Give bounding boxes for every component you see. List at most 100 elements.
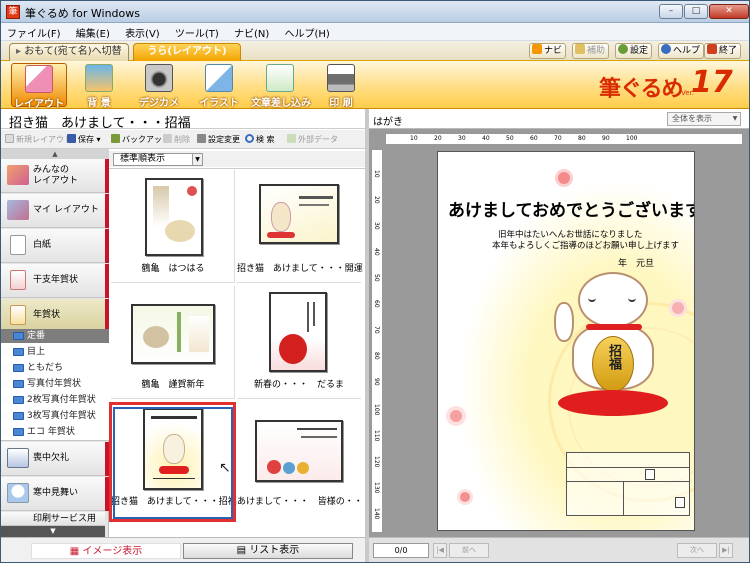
sidebar-scroll-up[interactable]: ▲ xyxy=(1,149,109,159)
ruler-tick-label: 30 xyxy=(458,135,466,142)
first-page-button[interactable]: |◀ xyxy=(433,543,447,558)
toolbar-layout-label: レイアウト xyxy=(14,99,64,110)
subfolder-label: 定番 xyxy=(27,331,46,341)
subfolder-eco[interactable]: エコ 年賀状 xyxy=(1,425,109,439)
folder-icon xyxy=(13,348,24,356)
delete-button[interactable]: 削除 xyxy=(163,134,190,145)
assist-button[interactable]: 補助 xyxy=(572,43,610,59)
nenga-card-icon xyxy=(10,305,26,325)
subfolder-label: 写真付年賀状 xyxy=(27,379,82,389)
category-print-service[interactable]: 印刷サービス用 xyxy=(1,512,105,526)
subfolder-list: 定番 目上 ともだち 写真付年賀状 2枚写真付年賀状 3枚写真付年賀状 エコ 年… xyxy=(1,329,109,441)
swap-icon: ▸ xyxy=(16,46,25,57)
new-doc-icon xyxy=(5,134,14,143)
ruler-tick-label: 40 xyxy=(373,248,380,256)
printer-icon xyxy=(327,64,355,92)
navi-icon xyxy=(532,44,542,54)
toolbar-camera-button[interactable]: デジカメ xyxy=(131,63,187,109)
date-line: 年 元旦 xyxy=(618,259,655,269)
exit-label: 終了 xyxy=(719,46,738,56)
maximize-button[interactable]: □ xyxy=(684,4,708,19)
image-view-button[interactable]: ▦ イメージ表示 xyxy=(31,543,181,559)
category-label: 印刷サービス用 xyxy=(33,514,97,524)
lucky-cat-illustration: 招福 xyxy=(554,272,668,422)
toolbar-illustration-button[interactable]: イラスト xyxy=(191,63,247,109)
layout-action-bar: 新規レイアウト 保存 ▾ バックアップ 削除 設定変更 検 索 外部データ xyxy=(1,130,365,149)
menu-edit[interactable]: 編集(E) xyxy=(70,23,116,40)
backup-button[interactable]: バックアップ xyxy=(111,134,170,145)
category-eto-nenga[interactable]: 干支年賀状 xyxy=(1,264,105,298)
subfolder-three-photos[interactable]: 3枚写真付年賀状 xyxy=(1,409,109,423)
menu-bar: ファイル(F) 編集(E) 表示(V) ツール(T) ナビ(N) ヘルプ(H) xyxy=(1,23,749,41)
flower-decoration xyxy=(460,492,470,502)
ruler-tick-label: 20 xyxy=(373,196,380,204)
menu-navi[interactable]: ナビ(N) xyxy=(228,23,275,40)
subfolder-photo[interactable]: 写真付年賀状 xyxy=(1,377,109,391)
list-view-button[interactable]: ▤ リスト表示 xyxy=(183,543,353,559)
toolbar-print-label: 印 刷 xyxy=(329,98,353,109)
text-frame-icon xyxy=(645,469,655,480)
menu-file[interactable]: ファイル(F) xyxy=(1,23,67,40)
save-button[interactable]: 保存 ▾ xyxy=(67,134,101,145)
category-winter-greeting[interactable]: 寒中見舞い xyxy=(1,477,105,511)
sidebar-scroll-down[interactable]: ▼ xyxy=(1,526,105,537)
sort-order-select[interactable]: 標準順表示 ▼ xyxy=(113,153,203,166)
subfolder-standard[interactable]: 定番 xyxy=(1,329,109,343)
next-page-button[interactable]: 次へ xyxy=(677,543,717,558)
close-button[interactable]: ✕ xyxy=(709,4,749,19)
subfolder-two-photos[interactable]: 2枚写真付年賀状 xyxy=(1,393,109,407)
external-data-icon xyxy=(287,134,296,143)
category-blank[interactable]: 白紙 xyxy=(1,229,105,263)
category-my-layout[interactable]: マイ レイアウト xyxy=(1,194,105,228)
category-nenga[interactable]: 年賀状 xyxy=(1,299,105,333)
thumbnail-caption: あけまして・・・ 皆様の・・・ xyxy=(237,497,372,507)
ruler-tick-label: 40 xyxy=(482,135,490,142)
snowman-icon xyxy=(7,483,29,503)
help-icon xyxy=(661,44,671,54)
settings-change-button[interactable]: 設定変更 xyxy=(197,134,240,145)
prev-page-button[interactable]: 前へ xyxy=(449,543,489,558)
last-page-button[interactable]: ▶| xyxy=(719,543,733,558)
navi-button[interactable]: ナビ xyxy=(529,43,567,59)
toolbar-print-button[interactable]: 印 刷 xyxy=(313,63,369,109)
toolbar-layout-button[interactable]: レイアウト xyxy=(11,63,67,110)
subfolder-superiors[interactable]: 目上 xyxy=(1,345,109,359)
thumbnail-cell[interactable]: あけまして・・・ 皆様の・・・ xyxy=(237,402,372,515)
delete-icon xyxy=(163,134,172,143)
flower-decoration xyxy=(450,410,462,422)
menu-help[interactable]: ヘルプ(H) xyxy=(279,23,336,40)
thumbnail-cell-selected[interactable]: ↖ 招き猫 あけまして・・・招福 xyxy=(111,402,237,515)
minimize-button[interactable]: – xyxy=(659,4,683,19)
ruler-tick-label: 70 xyxy=(554,135,562,142)
toolbar-text-insert-button[interactable]: 文章差し込み xyxy=(251,63,311,109)
folder-icon xyxy=(13,396,24,404)
zoom-select[interactable]: 全体を表示 ▼ xyxy=(667,112,741,126)
preview-footer: 0/0 |◀ 前へ 次へ ▶| xyxy=(369,537,749,562)
exit-button[interactable]: 終了 xyxy=(704,43,742,59)
category-mourning[interactable]: 喪中欠礼 xyxy=(1,442,105,476)
thumbnail-cell[interactable]: 鶴亀 謹賀新年 xyxy=(111,286,235,399)
menu-view[interactable]: 表示(V) xyxy=(119,23,166,40)
help-button[interactable]: ヘルプ xyxy=(658,43,705,59)
thumbnail-cell[interactable]: 新春の・・・ だるま xyxy=(237,286,361,399)
settings-button[interactable]: 設定 xyxy=(615,43,653,59)
assist-label: 補助 xyxy=(587,46,606,56)
menu-tools[interactable]: ツール(T) xyxy=(169,23,225,40)
ruler-tick-label: 80 xyxy=(373,352,380,360)
external-data-button[interactable]: 外部データ xyxy=(287,134,338,145)
chevron-down-icon: ▼ xyxy=(192,154,202,165)
new-layout-button[interactable]: 新規レイアウト xyxy=(5,134,72,145)
toolbar-background-button[interactable]: 背 景 xyxy=(71,63,127,109)
thumbnail-cell[interactable]: 鶴亀 はつはる xyxy=(111,170,235,283)
charm-text: 招福 xyxy=(606,344,621,370)
illustration-icon xyxy=(205,64,233,92)
window-title: 筆ぐるめ for Windows xyxy=(25,7,141,20)
search-button[interactable]: 検 索 xyxy=(245,134,275,145)
tab-back-layout[interactable]: うら(レイアウト) xyxy=(133,43,241,61)
thumbnail-caption: 招き猫 あけまして・・・開運 xyxy=(237,264,363,274)
category-everyone-layout[interactable]: みんなの レイアウト xyxy=(1,159,105,193)
tab-front-address[interactable]: ▸ おもて(宛て名)へ切替 xyxy=(9,43,129,61)
subfolder-friends[interactable]: ともだち xyxy=(1,361,109,375)
ruler-tick-label: 90 xyxy=(602,135,610,142)
thumbnail-cell[interactable]: 招き猫 あけまして・・・開運 xyxy=(237,170,363,283)
